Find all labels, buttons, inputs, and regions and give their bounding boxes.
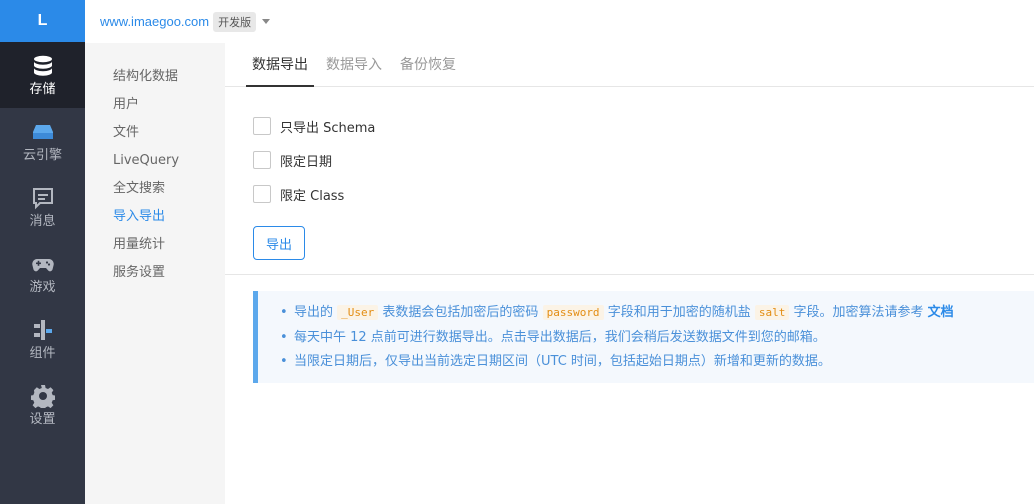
note-item: 每天中午 12 点前可进行数据导出。点击导出数据后，我们会稍后发送数据文件到您的… [280,326,1034,351]
rail-label: 组件 [29,345,56,361]
chevron-down-icon[interactable] [262,19,271,24]
app-logo[interactable]: L [0,0,85,42]
note-text: 字段。加密算法请参考 [793,305,924,320]
rail-item-settings[interactable]: 设置 [0,372,85,438]
subnav-item-structured-data[interactable]: 结构化数据 [85,63,225,91]
rail-label: 云引擎 [22,147,62,163]
components-icon [33,319,52,340]
rail-item-messages[interactable]: 消息 [0,174,85,240]
note-text: 字段和用于加密的随机盐 [607,305,751,320]
subnav-item-import-export[interactable]: 导入导出 [85,203,225,231]
subnav-item-service-settings[interactable]: 服务设置 [85,259,225,287]
rail-item-games[interactable]: 游戏 [0,240,85,306]
note-item: 导出的 _User 表数据会包括加密后的密码 password 字段和用于加密的… [280,301,1034,326]
code-password: password [542,305,604,320]
tab-bar: 数据导出 数据导入 备份恢复 [225,43,1034,87]
note-text: 导出的 [294,305,334,320]
subnav-item-fulltext-search[interactable]: 全文搜索 [85,175,225,203]
rail-item-storage[interactable]: 存储 [0,42,85,108]
export-options: 只导出 Schema 限定日期 限定 Class [225,87,1034,211]
subnav-item-livequery[interactable]: LiveQuery [85,147,225,175]
checkbox[interactable] [253,185,271,203]
env-badge: 开发版 [213,11,257,32]
divider [225,274,1034,275]
rail-label: 游戏 [29,279,56,295]
main-content: 数据导出 数据导入 备份恢复 只导出 Schema 限定日期 限定 Class … [225,43,1034,504]
code-user: _User [337,305,379,320]
option-label: 只导出 Schema [280,120,376,136]
rail-item-components[interactable]: 组件 [0,306,85,372]
rail-label: 消息 [29,213,56,229]
checkbox[interactable] [253,117,271,135]
tab-data-import[interactable]: 数据导入 [326,54,382,86]
rail-label: 存储 [29,81,56,97]
rail-label: 设置 [29,411,56,427]
subnav-item-users[interactable]: 用户 [85,91,225,119]
storage-subnav: 结构化数据 用户 文件 LiveQuery 全文搜索 导入导出 用量统计 服务设… [85,43,225,504]
info-notes: 导出的 _User 表数据会包括加密后的密码 password 字段和用于加密的… [253,291,1034,383]
tab-data-export[interactable]: 数据导出 [246,54,314,87]
option-label: 限定日期 [280,154,333,170]
code-salt: salt [754,305,790,320]
message-icon [32,187,53,209]
subnav-item-usage-stats[interactable]: 用量统计 [85,231,225,259]
rail-item-cloud-engine[interactable]: 云引擎 [0,108,85,174]
option-limit-date[interactable]: 限定日期 [253,143,1034,177]
docs-link[interactable]: 文档 [928,305,954,320]
app-domain[interactable]: www.imaegoo.com [100,14,209,29]
note-text: 表数据会包括加密后的密码 [382,305,539,320]
cloud-engine-icon [32,124,53,139]
top-bar: www.imaegoo.com 开发版 [85,0,1034,43]
note-item: 当限定日期后，仅导出当前选定日期区间（UTC 时间，包括起始日期点）新增和更新的… [280,350,1034,375]
option-limit-class[interactable]: 限定 Class [253,177,1034,211]
tab-backup-restore[interactable]: 备份恢复 [400,54,456,86]
option-label: 限定 Class [280,188,345,204]
main-nav-rail: L 存储 云引擎 消息 游戏 组件 设置 [0,0,85,504]
gear-icon [30,384,55,408]
subnav-item-files[interactable]: 文件 [85,119,225,147]
option-schema-only[interactable]: 只导出 Schema [253,109,1034,143]
gamepad-icon [31,258,54,271]
checkbox[interactable] [253,151,271,169]
export-button[interactable]: 导出 [253,226,305,260]
database-icon [33,55,52,76]
